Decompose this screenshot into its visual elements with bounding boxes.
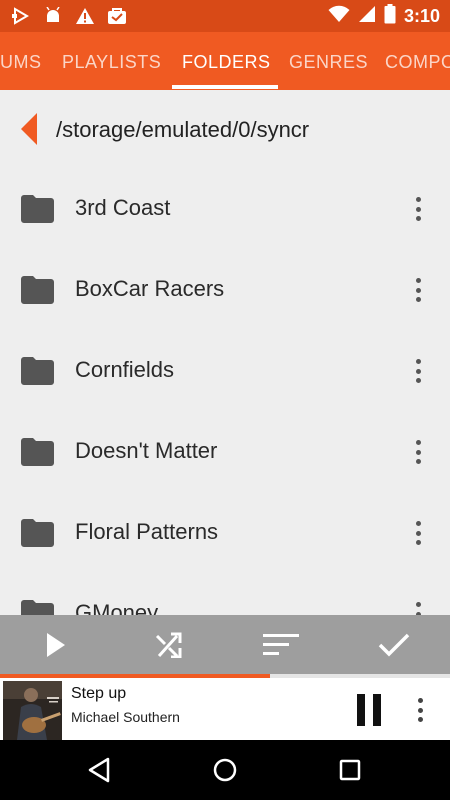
folder-name: Doesn't Matter (75, 438, 218, 463)
signal-icon (358, 5, 376, 28)
shuffle-icon (155, 632, 182, 658)
tab-albums[interactable]: UMS (0, 32, 42, 90)
status-time: 3:10 (403, 6, 440, 26)
path-row[interactable]: /storage/emulated/0/syncr (0, 90, 450, 170)
more-options-icon[interactable] (404, 436, 432, 468)
track-artist: Michael Southern (71, 709, 180, 725)
nav-recents-button[interactable] (333, 754, 367, 786)
folder-item[interactable]: Cornfields (0, 331, 450, 412)
select-icon (378, 633, 410, 657)
system-status: 3:10 (328, 4, 440, 29)
sort-button[interactable] (261, 625, 301, 665)
folder-name: Cornfields (75, 357, 175, 382)
folder-icon (21, 438, 54, 466)
wifi-icon (328, 5, 350, 28)
current-path: /storage/emulated/0/syncr (56, 117, 310, 142)
warning-icon (74, 5, 96, 27)
nav-home-button[interactable] (208, 754, 242, 786)
status-bar: 3:10 (0, 0, 450, 32)
back-arrow-icon[interactable] (20, 112, 38, 146)
active-tab-indicator (172, 85, 278, 89)
shuffle-button[interactable] (149, 625, 189, 665)
folder-item[interactable]: BoxCar Racers (0, 250, 450, 331)
folder-icon (21, 600, 54, 615)
tab-genres[interactable]: GENRES (289, 32, 368, 90)
folder-item[interactable]: Doesn't Matter (0, 412, 450, 493)
track-title: Step up (71, 685, 127, 702)
folder-icon (21, 357, 54, 385)
tab-composers[interactable]: COMPO (385, 32, 450, 90)
tab-playlists[interactable]: PLAYLISTS (62, 32, 161, 90)
folder-icon (21, 519, 54, 547)
folder-name: 3rd Coast (75, 195, 171, 220)
folder-item[interactable]: Floral Patterns (0, 493, 450, 574)
now-playing-bar[interactable]: Step up Michael Southern (0, 678, 450, 740)
home-icon (213, 758, 237, 782)
more-options-icon[interactable] (404, 598, 432, 615)
more-options-icon[interactable] (404, 517, 432, 549)
folder-browser: /storage/emulated/0/syncr 3rd Coast BoxC… (0, 90, 450, 615)
select-button[interactable] (374, 625, 414, 665)
now-playing-more-icon[interactable] (406, 695, 434, 725)
more-options-icon[interactable] (404, 193, 432, 225)
pause-button[interactable] (355, 694, 383, 726)
folder-icon (21, 195, 54, 223)
more-options-icon[interactable] (404, 355, 432, 387)
tab-folders[interactable]: FOLDERS (182, 32, 271, 90)
folder-item[interactable]: GMoney (0, 574, 450, 615)
system-nav-bar (0, 740, 450, 800)
folder-name: Floral Patterns (75, 519, 219, 544)
nav-back-button[interactable] (82, 754, 116, 786)
battery-icon (384, 4, 396, 29)
folder-icon (21, 276, 54, 304)
more-options-icon[interactable] (404, 274, 432, 306)
play-icon (47, 633, 65, 657)
mail-bag-icon (106, 5, 128, 27)
album-art[interactable] (3, 681, 62, 740)
action-bar (0, 615, 450, 674)
folder-name: BoxCar Racers (75, 276, 225, 301)
back-icon (88, 757, 110, 783)
library-tab-bar: UMS PLAYLISTS FOLDERS GENRES COMPO (0, 32, 450, 90)
play-all-button[interactable] (36, 625, 76, 665)
recents-icon (339, 759, 361, 781)
notification-icons (10, 5, 128, 27)
play-store-notification-icon (10, 5, 32, 27)
android-debug-icon (42, 5, 64, 27)
folder-item[interactable]: 3rd Coast (0, 169, 450, 250)
sort-icon (263, 634, 299, 655)
folder-name: GMoney (75, 600, 159, 615)
